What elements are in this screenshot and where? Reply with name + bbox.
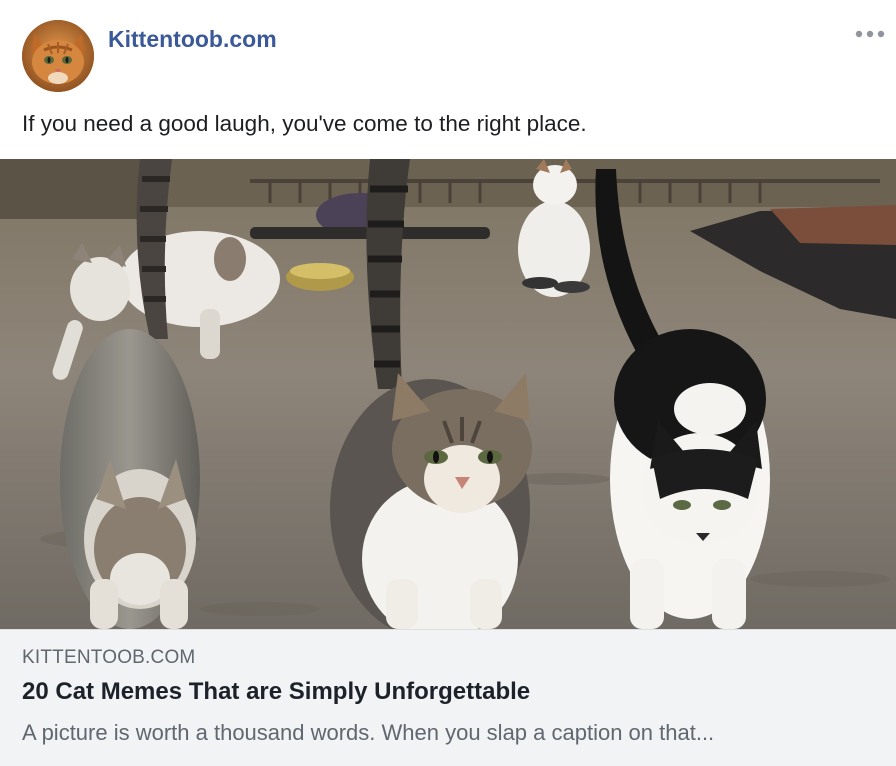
more-options-button[interactable] (852, 24, 888, 44)
feed-post: Kittentoob.com If you need a good laugh,… (0, 0, 896, 766)
more-horizontal-icon (855, 30, 885, 38)
post-photo[interactable] (0, 159, 896, 629)
post-header: Kittentoob.com (0, 0, 896, 100)
page-name-link[interactable]: Kittentoob.com (108, 26, 277, 53)
kitten-avatar-image (22, 20, 94, 92)
link-description: A picture is worth a thousand words. Whe… (22, 720, 715, 745)
link-domain: KITTENTOOB.COM (22, 647, 196, 668)
link-title[interactable]: 20 Cat Memes That are Simply Unforgettab… (22, 678, 530, 706)
post-caption: If you need a good laugh, you've come to… (22, 111, 587, 136)
link-preview-card[interactable]: KITTENTOOB.COM 20 Cat Memes That are Sim… (0, 629, 896, 766)
cats-walking-photo (0, 159, 896, 629)
page-avatar[interactable] (22, 20, 94, 92)
